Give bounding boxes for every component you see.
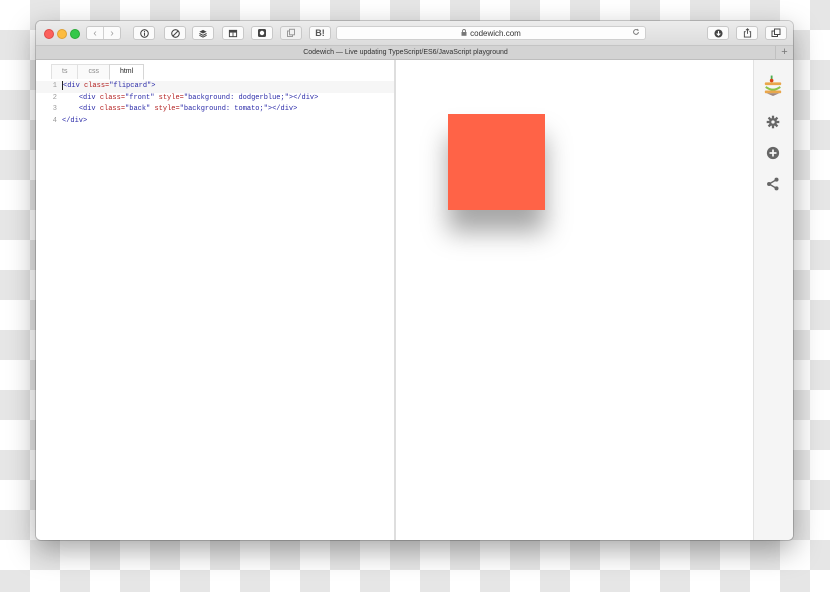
code-tag-open: <div (78, 93, 96, 102)
line-number: 1 (52, 82, 57, 90)
code-attr-name: style= (158, 93, 184, 102)
code-tag-close: ></div> (288, 93, 319, 102)
line-number: 2 (52, 93, 57, 102)
lock-icon (461, 28, 467, 38)
tab-ts[interactable]: ts (51, 64, 79, 79)
preview-panel (396, 60, 753, 540)
codewich-logo-icon[interactable] (763, 75, 783, 96)
line-number: 4 (52, 116, 57, 125)
page-content: ts css html 1 <div class= "flipcard" > 2 (36, 60, 793, 540)
copy-icon (287, 28, 295, 37)
browser-tab-bar: Codewich — Live updating TypeScript/ES6/… (36, 45, 793, 60)
nav-buttons: ‹ › (86, 26, 121, 40)
record-icon (258, 29, 266, 37)
browser-window: ‹ › B! codewich.com Codewich — Live upda… (36, 21, 793, 540)
active-tab-title[interactable]: Codewich — Live updating TypeScript/ES6/… (36, 46, 775, 60)
bookmarklet-button[interactable]: B! (309, 26, 331, 40)
gear-icon[interactable] (763, 112, 783, 132)
layers-extension-button[interactable] (192, 26, 214, 40)
zoom-window-button[interactable] (70, 29, 80, 39)
line-number: 3 (52, 105, 57, 113)
code-editor-panel: ts css html 1 <div class= "flipcard" > 2 (36, 60, 396, 540)
tabs-icon (771, 28, 781, 37)
forward-button[interactable]: › (104, 28, 120, 39)
copy-extension-button[interactable] (280, 26, 302, 40)
code-attr-value: "back" (125, 105, 151, 113)
plus-circle-icon[interactable] (763, 143, 783, 163)
info-icon (139, 28, 149, 38)
downloads-button[interactable] (707, 26, 729, 40)
share-button[interactable] (736, 26, 758, 40)
code-tag-open: <div (63, 82, 80, 90)
code-line[interactable]: 1 <div class= "flipcard" > (36, 81, 394, 93)
file-tabs: ts css html (51, 64, 145, 80)
code-line[interactable]: 3 <div class= "back" style= "background:… (36, 104, 394, 116)
code-attr-name: style= (154, 105, 180, 113)
tab-css[interactable]: css (77, 64, 110, 79)
back-button[interactable]: ‹ (87, 28, 103, 39)
code-line[interactable]: 2 <div class= "front" style= "background… (36, 93, 394, 105)
block-icon (170, 28, 180, 38)
record-extension-button[interactable] (251, 26, 273, 40)
reader-extension-button[interactable] (222, 26, 244, 40)
info-extension-button[interactable] (133, 26, 155, 40)
code-attr-name: class= (84, 82, 110, 90)
flipcard-back[interactable] (448, 114, 545, 210)
share-box-icon (743, 28, 751, 38)
code-attr-name: class= (99, 93, 126, 102)
code-attr-value: "background: tomato;" (179, 105, 268, 113)
layers-icon (199, 29, 207, 38)
code-tag-close: > (151, 82, 156, 90)
block-extension-button[interactable] (164, 26, 186, 40)
address-bar[interactable]: codewich.com (336, 26, 646, 40)
close-window-button[interactable] (44, 29, 54, 39)
code-attr-value: "background: dodgerblue;" (183, 93, 289, 102)
url-text: codewich.com (470, 28, 521, 38)
tab-html[interactable]: html (108, 64, 145, 80)
code-tag-close: ></div> (267, 105, 298, 113)
tabs-overview-button[interactable] (765, 26, 787, 40)
reload-icon[interactable] (632, 28, 640, 38)
code-attr-value: "flipcard" (109, 82, 152, 90)
browser-toolbar: ‹ › B! codewich.com (36, 21, 793, 45)
window-layout-icon (228, 29, 238, 37)
code-line[interactable]: 4 </div> (36, 116, 394, 128)
code-tag-open: </div> (62, 116, 88, 125)
share-icon[interactable] (763, 174, 783, 194)
code-area[interactable]: 1 <div class= "flipcard" > 2 <div class= (36, 81, 394, 127)
new-tab-button[interactable]: + (775, 46, 793, 60)
right-sidebar (753, 60, 793, 540)
code-attr-value: "front" (125, 93, 155, 102)
code-attr-name: class= (99, 105, 126, 113)
minimize-window-button[interactable] (57, 29, 67, 39)
code-tag-open: <div (78, 105, 96, 113)
download-icon (713, 28, 723, 38)
